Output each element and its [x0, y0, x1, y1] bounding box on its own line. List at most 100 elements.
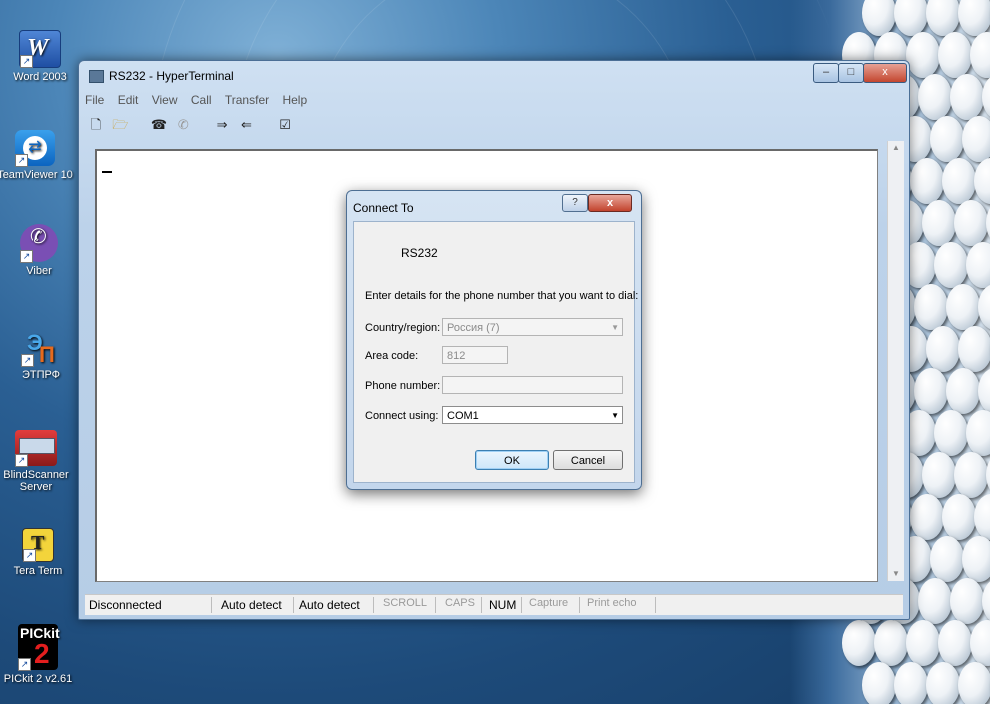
status-bar: Disconnected Auto detect Auto detect SCR… — [85, 594, 903, 615]
wallpaper-disk — [970, 620, 990, 666]
cancel-button[interactable]: Cancel — [553, 450, 623, 470]
wallpaper-disk — [958, 0, 990, 36]
wallpaper-disk — [906, 620, 940, 666]
properties-icon[interactable]: ☑ — [276, 117, 294, 133]
desktop-icon-label: ЭТПРФ — [21, 369, 61, 381]
title-bar[interactable]: RS232 - HyperTerminal – □ x — [79, 61, 909, 89]
area-code-label: Area code: — [365, 350, 419, 362]
menu-edit[interactable]: Edit — [118, 93, 139, 107]
wallpaper-disk — [974, 494, 990, 540]
wallpaper-disk — [946, 368, 980, 414]
shortcut-arrow-icon: ↗ — [18, 658, 31, 671]
shortcut-arrow-icon: ↗ — [15, 154, 28, 167]
desktop-icon-etprf[interactable]: Э П ↗ ЭТПРФ — [2, 330, 80, 381]
wallpaper-disk — [966, 242, 990, 288]
wallpaper-disk — [978, 284, 990, 330]
wallpaper-disk — [934, 242, 968, 288]
country-label: Country/region: — [365, 322, 441, 334]
wallpaper-disk — [926, 0, 960, 36]
menu-file[interactable]: File — [85, 93, 104, 107]
vertical-scrollbar[interactable]: ▲ ▼ — [887, 141, 904, 581]
country-value: Россия (7) — [447, 322, 500, 334]
wallpaper-disk — [982, 74, 990, 120]
status-capture: Capture — [529, 597, 569, 609]
desktop-icon-pickit[interactable]: PICkit 2 ↗ PICkit 2 v2.61 — [0, 624, 77, 685]
area-code-value: 812 — [447, 350, 466, 362]
dialog-close-button[interactable]: x — [588, 194, 632, 212]
close-button[interactable]: x — [863, 63, 907, 83]
desktop-icon-label: Tera Term — [13, 565, 63, 577]
connect-using-select[interactable]: COM1 ▼ — [442, 406, 623, 424]
wallpaper-disk — [930, 116, 964, 162]
wallpaper-disk — [950, 74, 984, 120]
country-select[interactable]: Россия (7) ▼ — [442, 318, 623, 336]
wallpaper-disk — [918, 74, 952, 120]
wallpaper-disk — [922, 452, 956, 498]
minimize-button[interactable]: – — [813, 63, 839, 83]
wallpaper-disk — [842, 620, 876, 666]
wallpaper-disk — [930, 536, 964, 582]
wallpaper-disk — [922, 200, 956, 246]
connect-icon[interactable]: ☎ — [150, 117, 168, 133]
chevron-down-icon: ▼ — [611, 323, 619, 332]
wallpaper-disk — [894, 0, 928, 36]
ok-button[interactable]: OK — [475, 450, 549, 470]
status-num: NUM — [489, 598, 517, 612]
desktop-icon-word[interactable]: W ↗ Word 2003 — [1, 30, 79, 83]
wallpaper-disk — [966, 410, 990, 456]
desktop-icon-blindscanner[interactable]: ↗ BlindScanner Server — [0, 430, 75, 493]
status-detect-1: Auto detect — [221, 598, 282, 612]
window-title: RS232 - HyperTerminal — [109, 69, 234, 83]
instruction-text: Enter details for the phone number that … — [365, 290, 639, 302]
disconnect-icon[interactable]: ✆ — [174, 117, 192, 133]
desktop-icon-teamviewer[interactable]: ⇄ ↗ TeamViewer 10 — [0, 130, 74, 181]
menu-view[interactable]: View — [152, 93, 178, 107]
menu-help[interactable]: Help — [282, 93, 307, 107]
scroll-up-icon[interactable]: ▲ — [888, 141, 904, 155]
desktop-icon-teraterm[interactable]: T ↗ Tera Term — [0, 528, 77, 577]
menu-bar: File Edit View Call Transfer Help — [85, 93, 317, 111]
status-scroll: SCROLL — [383, 597, 428, 609]
scroll-down-icon[interactable]: ▼ — [888, 567, 904, 581]
wallpaper-disk — [926, 662, 960, 704]
shortcut-arrow-icon: ↗ — [20, 250, 33, 263]
wallpaper-disk — [982, 578, 990, 624]
desktop-icon-viber[interactable]: ✆ ↗ Viber — [0, 224, 78, 277]
wallpaper-disk — [910, 158, 944, 204]
connection-name: RS232 — [401, 246, 438, 260]
wallpaper-disk — [970, 32, 990, 78]
shortcut-arrow-icon: ↗ — [15, 454, 28, 467]
wallpaper-disk — [986, 200, 990, 246]
toolbar: 🗋 🗁 ☎ ✆ ⇒ ⇐ ☑ — [87, 113, 297, 135]
maximize-button[interactable]: □ — [838, 63, 864, 83]
send-icon[interactable]: ⇒ — [213, 117, 231, 133]
desktop-icon-label: BlindScanner Server — [3, 469, 69, 493]
wallpaper-disk — [910, 494, 944, 540]
pickit-icon: PICkit 2 ↗ — [18, 624, 60, 671]
status-caps: CAPS — [445, 597, 475, 609]
hyperterminal-app-icon[interactable] — [89, 70, 104, 83]
wallpaper-disk — [918, 578, 952, 624]
wallpaper-disk — [914, 284, 948, 330]
new-icon[interactable]: 🗋 — [87, 117, 105, 133]
wallpaper-disk — [862, 0, 896, 36]
wallpaper-disk — [978, 368, 990, 414]
desktop-icon-label: Word 2003 — [13, 71, 67, 83]
phone-number-field[interactable] — [442, 376, 623, 394]
menu-call[interactable]: Call — [191, 93, 212, 107]
wallpaper-disk — [986, 452, 990, 498]
word-icon: W ↗ — [19, 30, 61, 68]
open-icon[interactable]: 🗁 — [111, 117, 129, 133]
menu-transfer[interactable]: Transfer — [225, 93, 269, 107]
wallpaper-disk — [950, 578, 984, 624]
wallpaper-disk — [874, 620, 908, 666]
text-cursor — [102, 171, 112, 173]
status-print-echo: Print echo — [587, 597, 637, 609]
wallpaper-disk — [942, 158, 976, 204]
area-code-field[interactable]: 812 — [442, 346, 508, 364]
wallpaper-disk — [962, 536, 990, 582]
wallpaper-disk — [954, 200, 988, 246]
help-button[interactable]: ? — [562, 194, 588, 212]
receive-icon[interactable]: ⇐ — [237, 117, 255, 133]
teraterm-icon: T ↗ — [22, 528, 54, 562]
